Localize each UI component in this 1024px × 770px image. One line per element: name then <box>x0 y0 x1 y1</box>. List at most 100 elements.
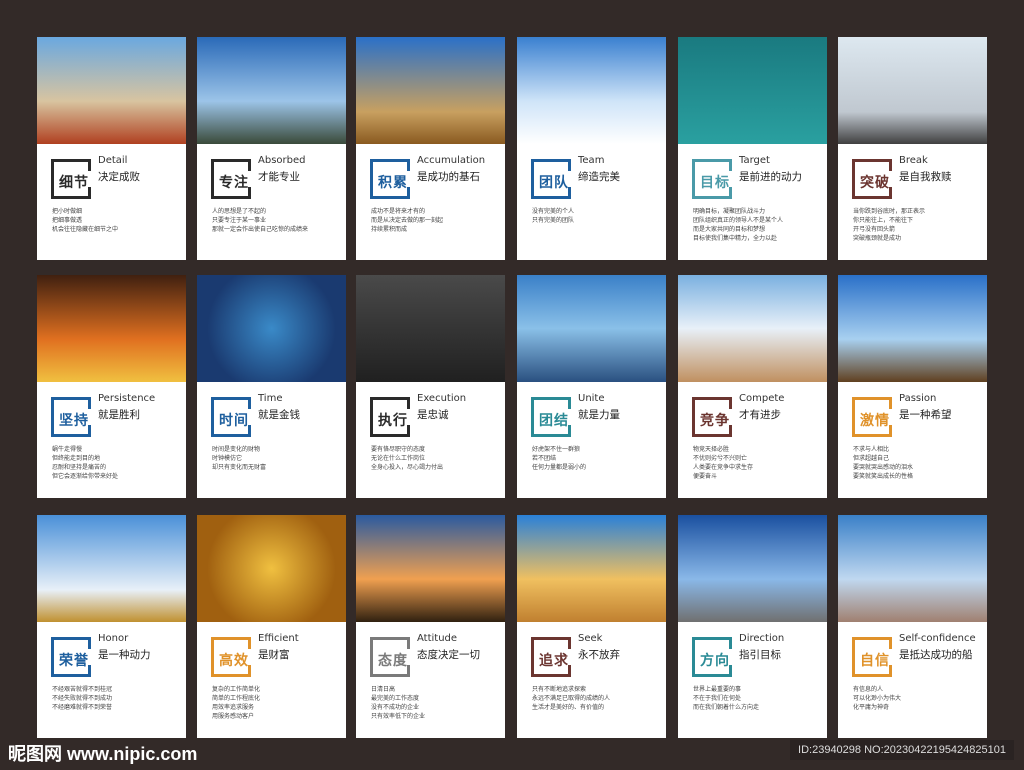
title-bracket: 坚持 <box>51 397 91 437</box>
body-text: 不经艰苦就得不到桂冠 不经失败就得不到成功 不经磨难就得不到荣誉 <box>52 685 112 712</box>
body-line: 用服务感动客户 <box>212 713 255 720</box>
body-line: 只要专注于某一事业 <box>212 217 267 224</box>
body-line: 用效率追求服务 <box>212 704 255 711</box>
english-title: Direction <box>739 633 785 644</box>
english-title: Target <box>739 155 770 166</box>
watermark-logo: 昵图网 www.nipic.com <box>8 744 198 764</box>
poster-card: 自信 Self-confidence 是抵达成功的船 有信息的人 可以化渺小为伟大化… <box>838 515 987 738</box>
image-id-label: ID:23940298 NO:20230422195424825101 <box>790 740 1014 760</box>
body-line: 把小时做细 <box>52 208 83 215</box>
poster-card: 执行 Execution 是忠诚 要有恪尽职守的态度 无论在什么工作岗位 全身心投入，… <box>356 275 505 498</box>
body-line: 日清日高 <box>371 686 396 693</box>
poster-title: 态度 <box>378 650 408 670</box>
subtitle: 缔造完美 <box>578 171 620 183</box>
poster-card: 目标 Target 是前进的动力 明确目标，凝聚团队战斗力 团队组织真正的领导人不是… <box>678 37 827 260</box>
poster-card: 专注 Absorbed 才能专业人的思想是了不起的 只要专注于某一事业那就一定会作… <box>197 37 346 260</box>
poster-photo <box>197 515 346 622</box>
body-line: 人的思想是了不起的 <box>212 208 267 215</box>
body-line: 不经艰苦就得不到桂冠 <box>52 686 113 693</box>
title-bracket: 态度 <box>370 637 410 677</box>
subtitle: 指引目标 <box>739 649 781 661</box>
body-line: 团队组织真正的领导人不是某个人 <box>693 217 784 224</box>
body-line: 那就一定会作出使自己吃惊的成绩来 <box>212 226 309 233</box>
body-text: 明确目标，凝聚团队战斗力 团队组织真正的领导人不是某个人 而是大家共同的目标和梦想目… <box>693 207 783 243</box>
poster-photo <box>37 515 186 622</box>
title-bracket: 激情 <box>852 397 892 437</box>
poster-photo <box>678 515 827 622</box>
body-line: 时钟模仿它 <box>212 455 243 462</box>
body-line: 却只有变化而无财富 <box>212 464 267 471</box>
poster-card: 方向 Direction 指引目标 世界上最重要的事 不在于我们在何处 而在我们朝着什… <box>678 515 827 738</box>
title-bracket: 自信 <box>852 637 892 677</box>
title-bracket: 执行 <box>370 397 410 437</box>
subtitle: 才能专业 <box>258 171 300 183</box>
poster-card: 细节 Detail 决定成败 把小时做细 把细事做透 机会往往隐藏在细节之中 <box>37 37 186 260</box>
poster-card: 荣誉 Honor 是一种动力 不经艰苦就得不到桂冠 不经失败就得不到成功 不经磨难就得… <box>37 515 186 738</box>
body-line: 时间是变化的财物 <box>212 446 261 453</box>
poster-photo <box>838 37 987 144</box>
poster-title: 细节 <box>59 172 89 192</box>
body-text: 把小时做细 把细事做透 机会往往隐藏在细节之中 <box>52 207 118 234</box>
poster-card: 高效 Efficient 是财富 复杂的工作简单化 简单的工作程底化 用效率追求服务用… <box>197 515 346 738</box>
poster-photo <box>356 37 505 144</box>
poster-title: 突破 <box>860 172 890 192</box>
poster-card: 团结 Unite 就是力量 好虎架不住一群狼 若不团结 任何力量都是弱小的 <box>517 275 666 498</box>
title-bracket: 方向 <box>692 637 732 677</box>
body-line: 但它会逐渐给你带来好处 <box>52 473 119 480</box>
body-line: 成功不是将来才有的 <box>371 208 426 215</box>
body-line: 但求超越自己 <box>853 455 890 462</box>
body-line: 最完美的工作态度 <box>371 695 420 702</box>
title-bracket: 荣誉 <box>51 637 91 677</box>
english-title: Execution <box>417 393 467 404</box>
body-line: 无论在什么工作岗位 <box>371 455 426 462</box>
body-line: 蜗牛走得慢 <box>52 446 83 453</box>
poster-photo <box>197 275 346 382</box>
title-bracket: 专注 <box>211 159 251 199</box>
english-title: Time <box>258 393 283 404</box>
body-line: 机会往往隐藏在细节之中 <box>52 226 119 233</box>
body-line: 当你跌到谷底时，那正表示 <box>853 208 926 215</box>
body-text: 有信息的人 可以化渺小为伟大 化平庸为神奇 <box>853 685 901 712</box>
body-line: 化平庸为神奇 <box>853 704 890 711</box>
poster-photo <box>37 37 186 144</box>
body-text: 物竞天择必胜 不优则劣兮不兴则亡 人类要在竞争中求生存 便要奋斗 <box>693 445 753 481</box>
poster-photo <box>197 37 346 144</box>
subtitle: 就是胜利 <box>98 409 140 421</box>
poster-title: 自信 <box>860 650 890 670</box>
body-text: 不求与人相比 但求超越自己要哭就哭出感动的泪水 要笑就笑出成长的性格 <box>853 445 913 481</box>
poster-title: 激情 <box>860 410 890 430</box>
body-line: 不求与人相比 <box>853 446 890 453</box>
subtitle: 是忠诚 <box>417 409 449 421</box>
body-line: 明确目标，凝聚团队战斗力 <box>693 208 766 215</box>
title-bracket: 团队 <box>531 159 571 199</box>
body-text: 没有完美的个人 只有完美的团队 <box>532 207 574 225</box>
english-title: Persistence <box>98 393 156 404</box>
body-line: 要笑就笑出成长的性格 <box>853 473 914 480</box>
body-line: 而是大家共同的目标和梦想 <box>693 226 766 233</box>
body-line: 没有完美的个人 <box>532 208 575 215</box>
poster-title: 竞争 <box>700 410 730 430</box>
body-line: 有信息的人 <box>853 686 884 693</box>
body-line: 只有效率低下的企业 <box>371 713 426 720</box>
body-line: 若不团结 <box>532 455 557 462</box>
body-line: 但终能走到目的地 <box>52 455 101 462</box>
subtitle: 态度决定一切 <box>417 649 480 661</box>
title-bracket: 细节 <box>51 159 91 199</box>
body-line: 复杂的工作简单化 <box>212 686 261 693</box>
body-line: 世界上最重要的事 <box>693 686 742 693</box>
english-title: Absorbed <box>258 155 306 166</box>
poster-photo <box>838 515 987 622</box>
english-title: Honor <box>98 633 129 644</box>
body-line: 全身心投入，尽心竭力付出 <box>371 464 444 471</box>
english-title: Self-confidence <box>899 633 976 644</box>
english-title: Detail <box>98 155 128 166</box>
body-line: 突破瓶颈就是成功 <box>853 235 902 242</box>
body-line: 生活才是美好的、有价值的 <box>532 704 605 711</box>
body-text: 日清日高 最完美的工作态度 没有不成功的企业 只有效率低下的企业 <box>371 685 425 721</box>
body-line: 要哭就哭出感动的泪水 <box>853 464 914 471</box>
body-line: 忍耐和坚持是痛苦的 <box>52 464 107 471</box>
poster-card: 竞争 Compete 才有进步 物竞天择必胜 不优则劣兮不兴则亡 人类要在竞争中求生存… <box>678 275 827 498</box>
body-line: 而在我们朝着什么方向走 <box>693 704 760 711</box>
title-bracket: 竞争 <box>692 397 732 437</box>
poster-card: 激情 Passion 是一种希望 不求与人相比 但求超越自己 要哭就哭出感动的泪水 要笑… <box>838 275 987 498</box>
